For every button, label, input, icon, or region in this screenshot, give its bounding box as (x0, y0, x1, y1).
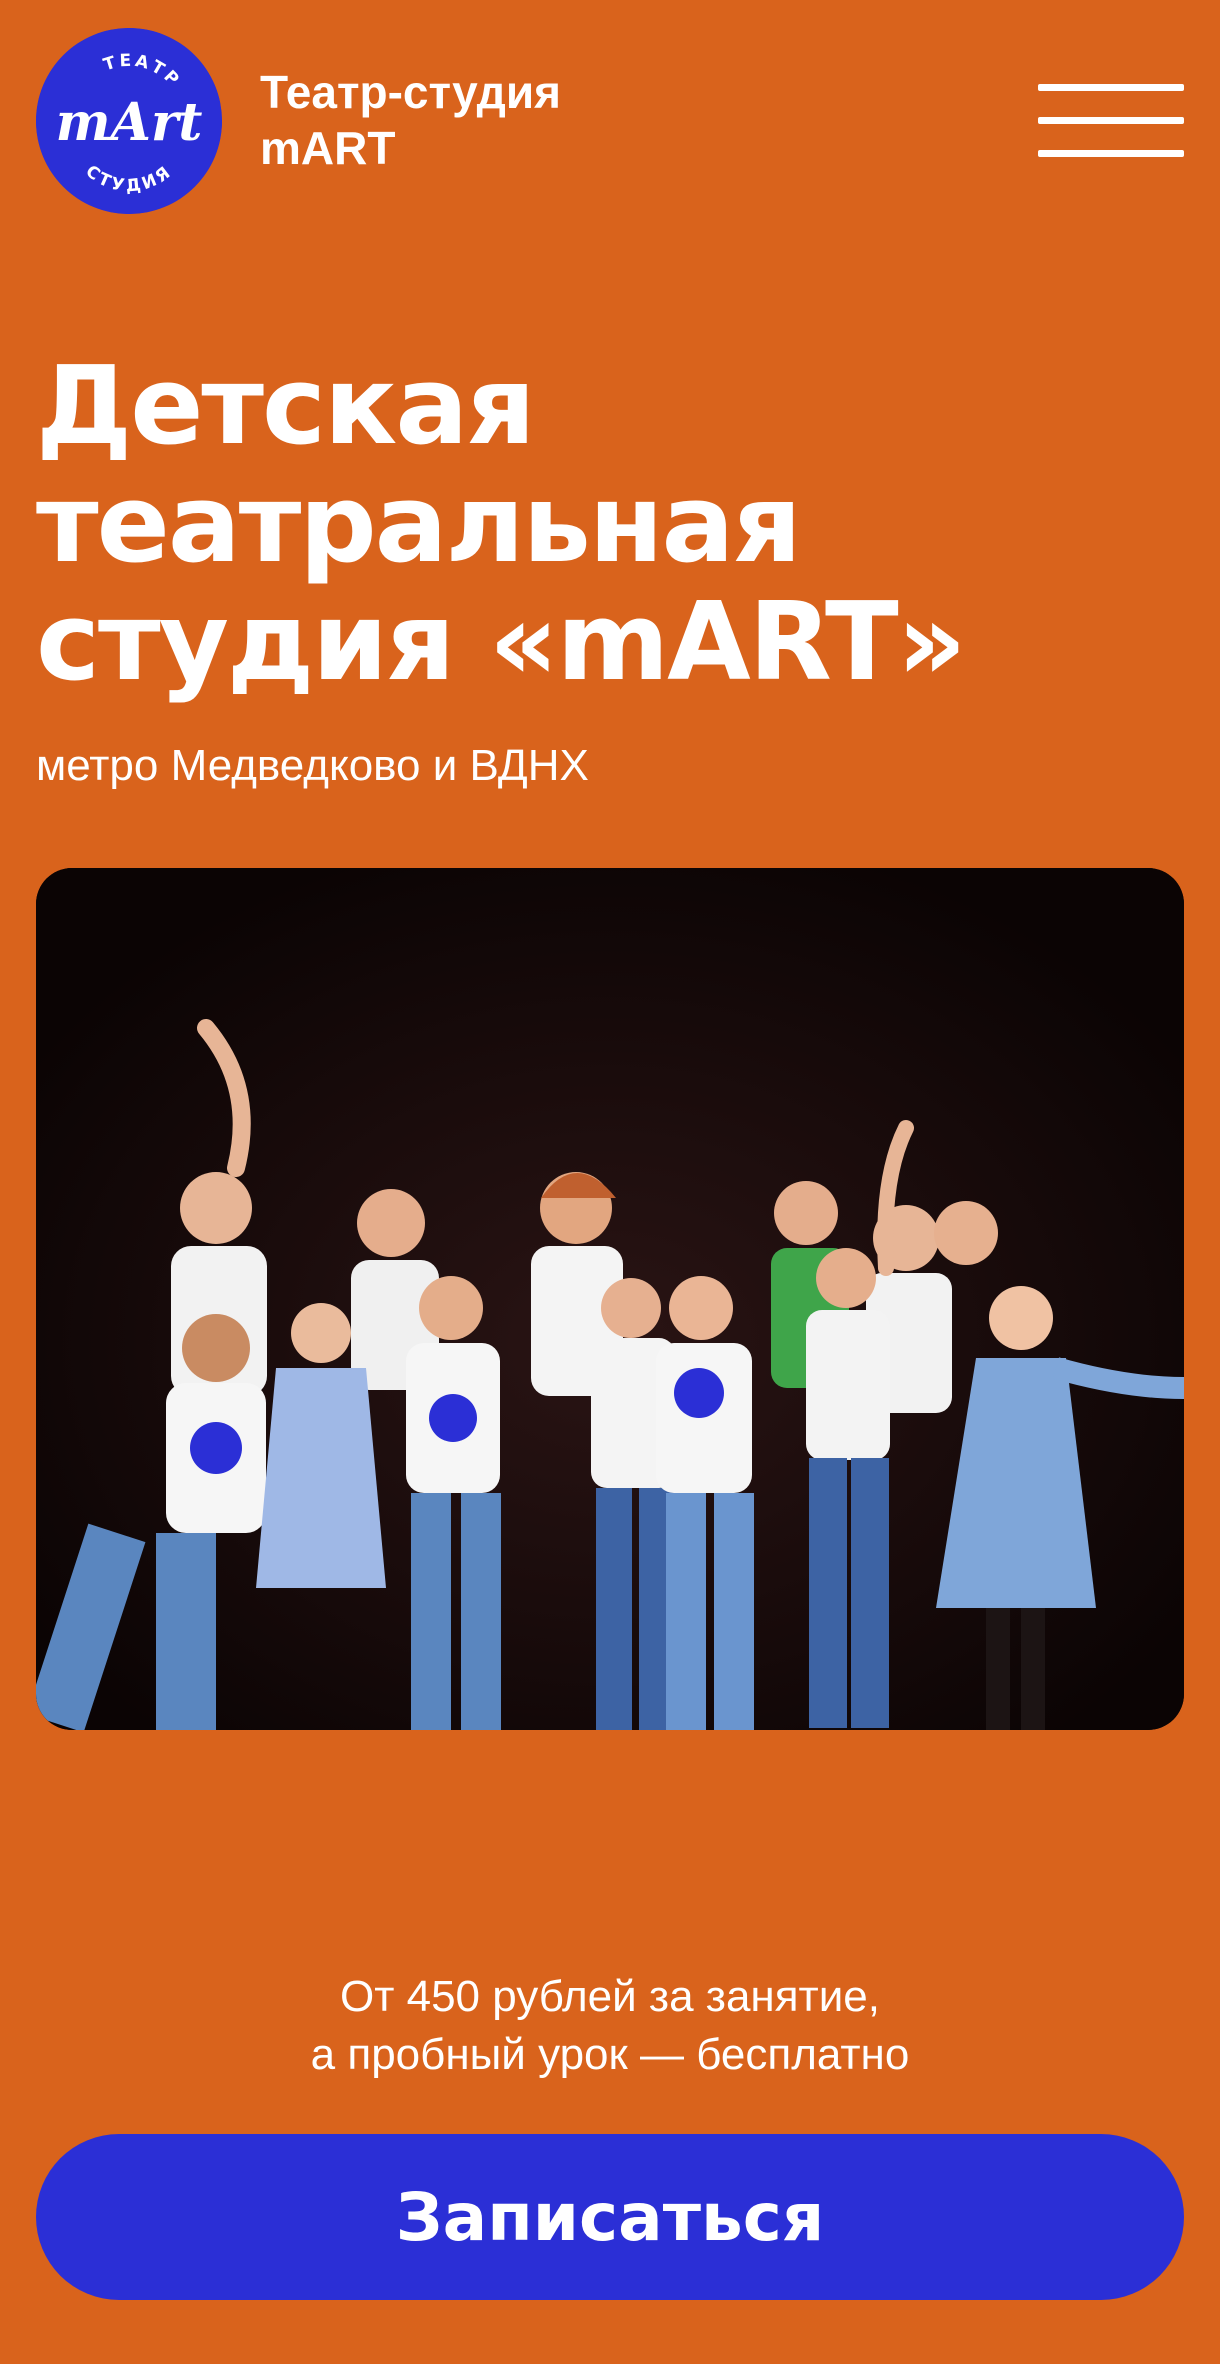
brand-line-1: Театр-студия (260, 66, 561, 118)
price-offer-line-1: От 450 рублей за занятие, (340, 1972, 880, 2021)
group-of-children-on-stage-image (36, 868, 1184, 1730)
studio-logo[interactable]: ТЕАТР СТУДИЯ mArt (36, 28, 222, 214)
menu-bar (1038, 150, 1184, 157)
hero-title-line-2: театральная (36, 462, 802, 587)
logo-mark-text: mArt (56, 92, 203, 153)
site-header: ТЕАТР СТУДИЯ mArt Театр-студия mART (36, 28, 1184, 214)
brand-line-2: mART (260, 122, 396, 174)
hero-subtitle: метро Медведково и ВДНХ (36, 741, 589, 790)
hamburger-menu-icon[interactable] (1038, 84, 1184, 158)
hero-title-line-3: студия «mART» (36, 580, 967, 705)
sign-up-button[interactable]: Записаться (36, 2134, 1184, 2300)
logo-icon: ТЕАТР СТУДИЯ mArt (36, 28, 222, 214)
hero-photo (36, 868, 1184, 1730)
price-offer-line-2: а пробный урок — бесплатно (310, 2030, 910, 2079)
brand-name[interactable]: Театр-студия mART (260, 64, 740, 176)
menu-bar (1038, 84, 1184, 91)
menu-bar (1038, 117, 1184, 124)
hero-title: Детская театральная студия «mART» (36, 348, 1184, 702)
hero-title-line-1: Детская (36, 344, 536, 469)
price-offer: От 450 рублей за занятие, а пробный урок… (0, 1968, 1220, 2084)
